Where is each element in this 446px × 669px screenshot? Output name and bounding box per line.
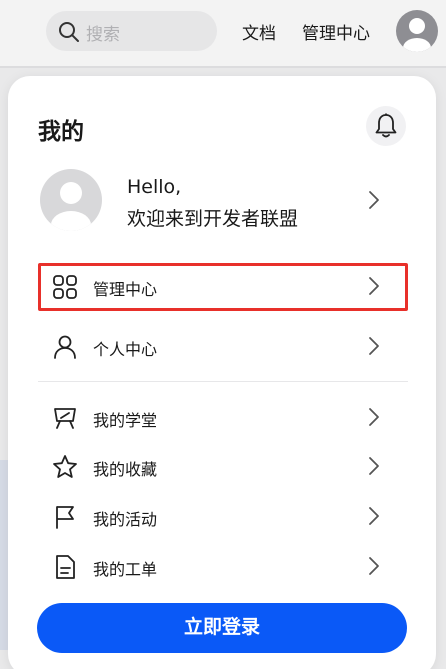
document-icon bbox=[56, 555, 75, 579]
menu-item-my-favorites[interactable]: 我的收藏 bbox=[38, 443, 408, 491]
flag-icon bbox=[56, 506, 74, 529]
user-dropdown-panel: 我的 Hello, 欢迎来到开发者联盟 管理中心 个人中心 我的学堂 我的收藏 … bbox=[8, 76, 436, 669]
star-icon bbox=[53, 455, 77, 478]
chevron-right-icon bbox=[369, 408, 379, 426]
chevron-right-icon bbox=[369, 557, 379, 575]
profile-avatar[interactable] bbox=[40, 169, 102, 231]
nav-docs-link[interactable]: 文档 bbox=[242, 19, 276, 44]
top-header: 搜索 文档 管理中心 bbox=[0, 0, 446, 66]
menu-item-label: 我的学堂 bbox=[93, 411, 158, 430]
menu-item-my-activities[interactable]: 我的活动 bbox=[38, 493, 408, 541]
menu-item-label: 我的活动 bbox=[93, 510, 158, 529]
menu-item-label: 我的工单 bbox=[93, 560, 158, 579]
default-avatar-icon bbox=[51, 182, 91, 231]
grid-icon bbox=[53, 275, 77, 299]
greeting-line-2: 欢迎来到开发者联盟 bbox=[127, 208, 299, 230]
background-content-edge bbox=[0, 460, 8, 650]
bell-icon bbox=[375, 113, 397, 138]
menu-item-my-tickets[interactable]: 我的工单 bbox=[38, 543, 408, 591]
greeting-line-1: Hello, bbox=[127, 176, 182, 198]
presentation-icon bbox=[54, 408, 76, 429]
header-divider bbox=[0, 66, 446, 68]
chevron-right-icon[interactable] bbox=[368, 190, 380, 210]
menu-item-label: 个人中心 bbox=[93, 340, 158, 359]
panel-title: 我的 bbox=[38, 119, 84, 145]
search-icon bbox=[59, 22, 79, 42]
menu-item-management[interactable]: 管理中心 bbox=[38, 263, 408, 311]
search-box[interactable]: 搜索 bbox=[46, 11, 217, 51]
chevron-right-icon bbox=[369, 507, 379, 525]
menu-item-my-academy[interactable]: 我的学堂 bbox=[38, 394, 408, 442]
menu-divider bbox=[38, 381, 408, 382]
person-icon bbox=[54, 335, 76, 359]
login-button[interactable]: 立即登录 bbox=[37, 603, 407, 653]
search-placeholder: 搜索 bbox=[86, 25, 120, 45]
notification-button[interactable] bbox=[366, 106, 406, 146]
nav-management-link[interactable]: 管理中心 bbox=[302, 19, 370, 44]
menu-item-personal-center[interactable]: 个人中心 bbox=[38, 323, 408, 371]
menu-item-label: 管理中心 bbox=[93, 280, 158, 299]
menu-item-label: 我的收藏 bbox=[93, 460, 158, 479]
chevron-right-icon bbox=[369, 337, 379, 355]
avatar-icon bbox=[403, 18, 431, 52]
user-avatar-button[interactable] bbox=[396, 10, 438, 52]
chevron-right-icon bbox=[369, 457, 379, 475]
chevron-right-icon bbox=[369, 277, 379, 295]
